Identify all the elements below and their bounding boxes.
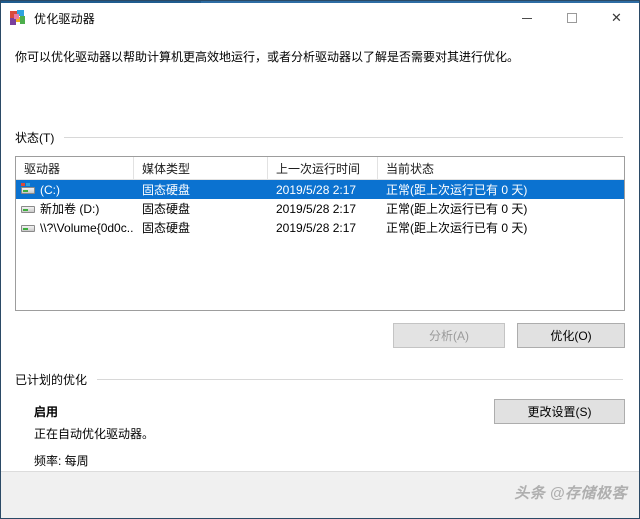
watermark: 头条 @存储极客 [514, 485, 627, 502]
minimize-button[interactable] [504, 3, 549, 33]
analyze-button-label: 分析(A) [429, 329, 469, 343]
cell-last-run: 2019/5/28 2:17 [276, 182, 357, 197]
column-header-media-type[interactable]: 媒体类型 [134, 157, 268, 179]
change-settings-button[interactable]: 更改设置(S) [494, 399, 625, 424]
cell-media-type: 固态硬盘 [142, 221, 191, 235]
maximize-button[interactable] [549, 3, 594, 33]
title-bar[interactable]: 优化驱动器 ✕ [1, 1, 639, 33]
drive-label: \\?\Volume{0d0c... [40, 220, 134, 235]
intro-text: 你可以优化驱动器以帮助计算机更高效地运行，或者分析驱动器以了解是否需要对其进行优… [15, 50, 520, 64]
cell-media-type: 固态硬盘 [142, 202, 191, 216]
drive-label: 新加卷 (D:) [40, 202, 100, 216]
table-row[interactable]: 新加卷 (D:) 固态硬盘 2019/5/28 2:17 正常(距上次运行已有 … [16, 199, 624, 218]
table-row[interactable]: (C:) 固态硬盘 2019/5/28 2:17 正常(距上次运行已有 0 天) [16, 180, 624, 199]
change-settings-button-label: 更改设置(S) [527, 405, 592, 419]
cell-drive: (C:) [16, 183, 134, 197]
cell-drive: 新加卷 (D:) [16, 200, 134, 217]
cell-last-run: 2019/5/28 2:17 [276, 220, 357, 235]
cell-media-type: 固态硬盘 [142, 183, 191, 197]
drives-list-header: 驱动器 媒体类型 上一次运行时间 当前状态 [16, 157, 624, 180]
status-group-label: 状态(T) [15, 131, 55, 145]
window-body: 你可以优化驱动器以帮助计算机更高效地运行，或者分析驱动器以了解是否需要对其进行优… [1, 33, 639, 518]
drive-icon [20, 221, 36, 234]
status-group-header: 状态(T) [15, 129, 623, 146]
window-controls: ✕ [504, 3, 639, 33]
footer-bar: 头条 @存储极客 [1, 471, 639, 518]
cell-drive: \\?\Volume{0d0c... [16, 221, 134, 235]
scheduled-group-divider [97, 379, 623, 380]
column-header-drive[interactable]: 驱动器 [16, 157, 134, 179]
system-drive-icon [20, 183, 36, 196]
cell-current-status: 正常(距上次运行已有 0 天) [386, 221, 528, 235]
close-icon: ✕ [611, 10, 622, 26]
drives-list[interactable]: 驱动器 媒体类型 上一次运行时间 当前状态 (C:) 固态硬盘 2019/5/2… [15, 156, 625, 311]
cell-last-run: 2019/5/28 2:17 [276, 201, 357, 216]
status-group-divider [64, 137, 623, 138]
titlebar-accent-line [1, 1, 201, 3]
column-header-last-run[interactable]: 上一次运行时间 [268, 157, 378, 179]
optimize-drives-window: 优化驱动器 ✕ 你可以优化驱动器以帮助计算机更高效地运行，或者分析驱动器以了解是… [0, 0, 640, 519]
table-row[interactable]: \\?\Volume{0d0c... 固态硬盘 2019/5/28 2:17 正… [16, 218, 624, 237]
cell-current-status: 正常(距上次运行已有 0 天) [386, 202, 528, 216]
drive-icon [20, 202, 36, 215]
maximize-icon [566, 13, 577, 23]
optimize-button-label: 优化(O) [550, 329, 592, 343]
optimize-button[interactable]: 优化(O) [517, 323, 625, 348]
defrag-icon [10, 10, 26, 26]
column-header-current-status[interactable]: 当前状态 [378, 157, 624, 179]
drive-label: (C:) [40, 182, 60, 197]
scheduled-group-header: 已计划的优化 [15, 371, 623, 388]
schedule-frequency: 频率: 每周 [34, 454, 89, 468]
minimize-icon [521, 17, 532, 19]
close-button[interactable]: ✕ [594, 3, 639, 33]
cell-current-status: 正常(距上次运行已有 0 天) [386, 183, 528, 197]
schedule-enabled-label: 启用 [34, 405, 59, 419]
analyze-button[interactable]: 分析(A) [393, 323, 505, 348]
window-title: 优化驱动器 [34, 11, 96, 26]
scheduled-group-label: 已计划的优化 [15, 373, 88, 387]
schedule-description: 正在自动优化驱动器。 [34, 427, 155, 441]
